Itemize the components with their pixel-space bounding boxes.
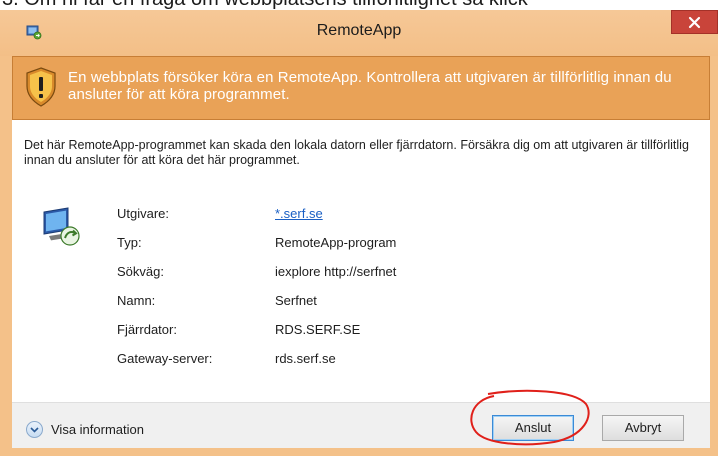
type-value: RemoteApp-program xyxy=(275,235,397,250)
close-button[interactable] xyxy=(671,10,718,34)
warning-banner: En webbplats försöker köra en RemoteApp.… xyxy=(12,56,710,120)
dialog-content: Det här RemoteApp-programmet kan skada d… xyxy=(12,120,710,402)
close-icon xyxy=(688,16,701,29)
title-bar: RemoteApp xyxy=(0,10,718,56)
document-text: 3. Om ni får en fråga om webbplatsens ti… xyxy=(0,0,718,10)
document-text-line: 3. Om ni får en fråga om webbplatsens ti… xyxy=(0,0,528,10)
detail-row-remote-computer: Fjärrdator: RDS.SERF.SE xyxy=(12,322,710,342)
path-label: Sökväg: xyxy=(117,264,164,279)
cancel-button[interactable]: Avbryt xyxy=(602,415,684,441)
risk-description: Det här RemoteApp-programmet kan skada d… xyxy=(24,138,689,167)
window-title: RemoteApp xyxy=(316,22,402,39)
name-value: Serfnet xyxy=(275,293,317,308)
publisher-label: Utgivare: xyxy=(117,206,170,221)
detail-row-publisher: Utgivare: *.serf.se xyxy=(12,206,710,226)
remote-computer-value: RDS.SERF.SE xyxy=(275,322,361,337)
detail-row-name: Namn: Serfnet xyxy=(12,293,710,313)
show-details-button[interactable] xyxy=(26,421,43,438)
chevron-down-icon xyxy=(30,427,39,433)
remote-computer-label: Fjärrdator: xyxy=(117,322,177,337)
remoteapp-dialog: RemoteApp En webbplats försöker köra en … xyxy=(0,10,718,456)
name-label: Namn: xyxy=(117,293,156,308)
warning-message: En webbplats försöker köra en RemoteApp.… xyxy=(68,69,672,103)
dialog-client-area: En webbplats försöker köra en RemoteApp.… xyxy=(12,56,710,448)
detail-row-gateway: Gateway-server: rds.serf.se xyxy=(12,351,710,371)
gateway-label: Gateway-server: xyxy=(117,351,213,366)
detail-row-path: Sökväg: iexplore http://serfnet xyxy=(12,264,710,284)
connect-button[interactable]: Anslut xyxy=(492,415,574,441)
publisher-link[interactable]: *.serf.se xyxy=(275,206,323,221)
type-label: Typ: xyxy=(117,235,142,250)
dialog-footer: Visa information Anslut Avbryt xyxy=(12,402,710,448)
path-value: iexplore http://serfnet xyxy=(275,264,397,279)
detail-row-type: Typ: RemoteApp-program xyxy=(12,235,710,255)
show-details-label[interactable]: Visa information xyxy=(51,422,144,437)
gateway-value: rds.serf.se xyxy=(275,351,336,366)
shield-warning-icon xyxy=(26,67,56,107)
